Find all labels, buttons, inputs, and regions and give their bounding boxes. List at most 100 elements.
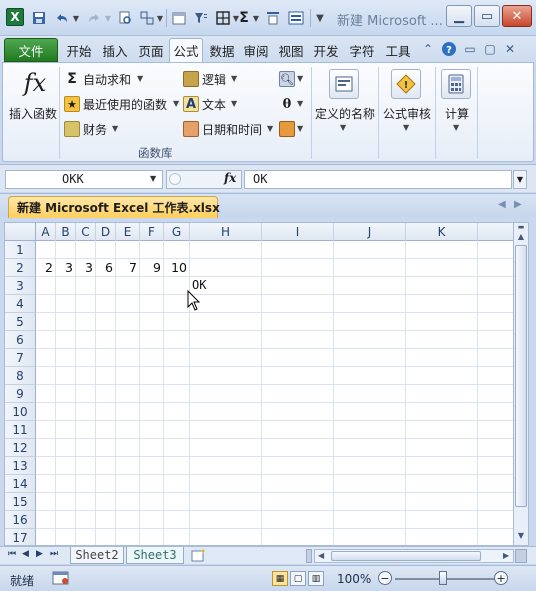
- column-header-j[interactable]: J: [334, 223, 406, 241]
- customize-qat-icon[interactable]: ▼: [314, 8, 326, 28]
- row-header-8[interactable]: 8: [5, 367, 36, 385]
- workbook-prev-icon[interactable]: ◀: [498, 199, 506, 210]
- zoom-out-icon[interactable]: −: [378, 571, 392, 585]
- math-dropdown-icon[interactable]: ▼: [297, 99, 303, 108]
- row-header-13[interactable]: 13: [5, 457, 36, 475]
- tab-formulas[interactable]: 公式: [169, 38, 203, 62]
- column-header-b[interactable]: B: [56, 223, 76, 241]
- borders-icon[interactable]: [214, 8, 232, 28]
- defined-names-dropdown-icon[interactable]: ▼: [340, 123, 346, 132]
- cell-f2[interactable]: 9: [140, 259, 164, 276]
- row-header-7[interactable]: 7: [5, 349, 36, 367]
- workbook-next-icon[interactable]: ▶: [514, 199, 522, 210]
- column-header-c[interactable]: C: [76, 223, 96, 241]
- horizontal-scrollbar[interactable]: ◀ ▶: [314, 549, 514, 563]
- cell-d2[interactable]: 6: [96, 259, 116, 276]
- column-header-d[interactable]: D: [96, 223, 116, 241]
- horizontal-scroll-thumb[interactable]: [331, 551, 481, 561]
- insert-sheet-icon[interactable]: [190, 548, 208, 563]
- format-icon[interactable]: [264, 8, 282, 28]
- next-sheet-icon[interactable]: ▶: [36, 549, 43, 559]
- sheet-tab-sheet3[interactable]: Sheet3: [126, 547, 184, 564]
- autosum-dropdown-icon[interactable]: ▼: [252, 8, 260, 28]
- formula-input[interactable]: OK: [244, 170, 512, 189]
- financial-dropdown-icon[interactable]: ▼: [112, 124, 118, 133]
- page-break-preview-icon[interactable]: ▥: [308, 571, 324, 586]
- text-dropdown-icon[interactable]: ▼: [231, 99, 237, 108]
- zoom-level[interactable]: 100%: [337, 572, 371, 586]
- workbook-tab[interactable]: 新建 Microsoft Excel 工作表.xlsx: [8, 196, 220, 218]
- text-button[interactable]: 文本: [202, 96, 226, 113]
- row-header-5[interactable]: 5: [5, 313, 36, 331]
- name-box-dropdown-icon[interactable]: ▼: [150, 174, 156, 183]
- autosum-dropdown-icon[interactable]: ▼: [137, 74, 143, 83]
- insert-function-fx-icon[interactable]: fx: [224, 171, 236, 185]
- tab-view[interactable]: 视图: [275, 38, 307, 62]
- cell-b2[interactable]: 3: [56, 259, 76, 276]
- column-header-k[interactable]: K: [406, 223, 478, 241]
- undo-dropdown-icon[interactable]: ▼: [72, 8, 80, 28]
- vertical-scroll-thumb[interactable]: [515, 245, 527, 507]
- autosum-icon[interactable]: Σ: [236, 8, 252, 28]
- help-icon[interactable]: ?: [440, 40, 458, 58]
- formula-auditing-button[interactable]: 公式审核: [383, 105, 431, 122]
- cell-e2[interactable]: 7: [116, 259, 140, 276]
- tab-insert[interactable]: 插入: [98, 38, 132, 62]
- row-header-16[interactable]: 16: [5, 511, 36, 529]
- vertical-scrollbar[interactable]: ▬ ▲ ▼: [513, 222, 529, 546]
- calculation-icon[interactable]: [441, 69, 471, 99]
- workbook-close-icon[interactable]: ✕: [502, 40, 518, 58]
- worksheet-grid[interactable]: ABCDEFGHIJK 1 2 3 4 5 6 7 8 9 10 11 12 13 14 15 16 17 23…: [4, 222, 514, 546]
- tab-review[interactable]: 审阅: [240, 38, 272, 62]
- filter-icon[interactable]: [192, 8, 210, 28]
- scroll-down-icon[interactable]: ▼: [514, 531, 528, 543]
- column-header-i[interactable]: I: [262, 223, 334, 241]
- normal-view-icon[interactable]: ▦: [272, 571, 288, 586]
- tab-tools[interactable]: 工具: [382, 38, 414, 62]
- form-icon[interactable]: [286, 8, 306, 28]
- zoom-in-icon[interactable]: +: [494, 571, 508, 585]
- calculation-dropdown-icon[interactable]: ▼: [453, 123, 459, 132]
- tab-page-layout[interactable]: 页面: [134, 38, 168, 62]
- cell-g2[interactable]: 10: [164, 259, 190, 276]
- workbook-minimize-icon[interactable]: ▭: [462, 40, 478, 58]
- select-all-corner[interactable]: [5, 223, 36, 241]
- calculation-button[interactable]: 计算: [445, 105, 469, 122]
- defined-names-button[interactable]: 定义的名称: [315, 105, 375, 122]
- formula-auditing-dropdown-icon[interactable]: ▼: [403, 123, 409, 132]
- row-header-4[interactable]: 4: [5, 295, 36, 313]
- row-header-12[interactable]: 12: [5, 439, 36, 457]
- recently-used-button[interactable]: 最近使用的函数: [83, 96, 167, 113]
- redo-icon[interactable]: [84, 8, 104, 28]
- recently-used-dropdown-icon[interactable]: ▼: [173, 99, 179, 108]
- date-time-dropdown-icon[interactable]: ▼: [267, 124, 273, 133]
- autosum-button[interactable]: 自动求和: [83, 71, 131, 88]
- print-preview-icon[interactable]: [116, 8, 134, 28]
- row-header-1[interactable]: 1: [5, 241, 36, 259]
- zoom-slider-thumb[interactable]: [439, 571, 447, 585]
- minimize-icon[interactable]: ▁: [446, 5, 472, 27]
- group-icon[interactable]: [138, 8, 156, 28]
- prev-sheet-icon[interactable]: ◀: [22, 549, 29, 559]
- scroll-left-icon[interactable]: ◀: [318, 551, 324, 560]
- row-header-15[interactable]: 15: [5, 493, 36, 511]
- formula-auditing-icon[interactable]: !: [391, 69, 421, 99]
- sheet-tab-sheet2[interactable]: Sheet2: [70, 547, 124, 564]
- tab-developer[interactable]: 开发: [310, 38, 342, 62]
- tab-file[interactable]: 文件: [4, 38, 58, 62]
- tab-split-handle[interactable]: [306, 549, 312, 563]
- math-trig-icon[interactable]: θ: [279, 96, 295, 112]
- split-box-icon[interactable]: ▬: [514, 223, 528, 231]
- name-box[interactable]: OKK: [5, 170, 163, 189]
- column-header-g[interactable]: G: [164, 223, 190, 241]
- save-icon[interactable]: [30, 8, 48, 28]
- column-header-e[interactable]: E: [116, 223, 140, 241]
- row-header-3[interactable]: 3: [5, 277, 36, 295]
- cell-a2[interactable]: 2: [36, 259, 56, 276]
- defined-names-icon[interactable]: [329, 69, 359, 99]
- row-header-9[interactable]: 9: [5, 385, 36, 403]
- insert-function-icon[interactable]: fx: [21, 69, 49, 97]
- collapse-ribbon-icon[interactable]: ⌃: [420, 40, 436, 58]
- row-header-2[interactable]: 2: [5, 259, 36, 277]
- excel-app-icon[interactable]: X: [6, 8, 24, 26]
